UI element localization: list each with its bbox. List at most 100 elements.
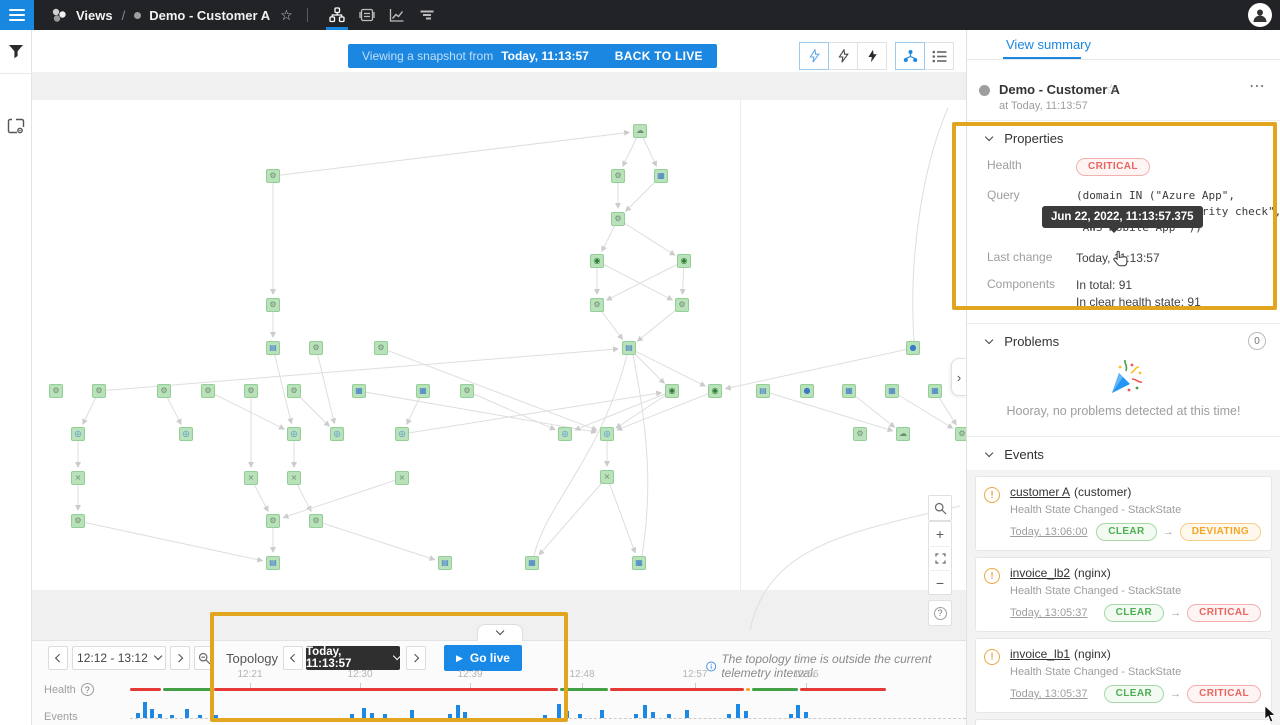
topology-canvas[interactable]: ☁⚙▦⚙◉◉⚙⚙▤⚙⚙▤⚙⚙●⚙⚙⚙⚙⚙⚙▦▦⚙◉◉▤●▦▦▦◎◎◎◎◎◎◎⚙☁… — [32, 72, 966, 640]
list-mode-button[interactable] — [924, 42, 954, 70]
favorite-star-icon[interactable]: ☆ — [1105, 81, 1118, 98]
event-bar[interactable] — [214, 715, 218, 718]
topology-node[interactable]: ◎ — [287, 427, 301, 441]
topology-node[interactable]: × — [71, 471, 85, 485]
event-card[interactable]: !customer A(customer)Health State Change… — [975, 476, 1272, 551]
event-bar[interactable] — [804, 712, 808, 718]
favorite-star-icon[interactable]: ☆ — [280, 7, 293, 24]
topology-node[interactable]: ⚙ — [71, 514, 85, 528]
topology-node[interactable]: ⚙ — [853, 427, 867, 441]
events-header[interactable]: Events — [967, 437, 1280, 470]
event-bar[interactable] — [727, 714, 731, 718]
breadcrumb-views[interactable]: Views — [76, 8, 113, 23]
health-segment[interactable] — [560, 688, 608, 691]
topology-node[interactable]: ⚙ — [49, 384, 63, 398]
topology-node[interactable]: ▤ — [266, 556, 280, 570]
event-time-link[interactable]: Today, 13:05:37 — [1010, 607, 1087, 619]
problems-header[interactable]: Problems 0 — [967, 324, 1280, 357]
topology-node[interactable]: ▦ — [352, 384, 366, 398]
search-button[interactable] — [928, 496, 952, 520]
topology-node[interactable]: ▤ — [756, 384, 770, 398]
event-bar[interactable] — [685, 710, 689, 718]
topology-node[interactable]: ⚙ — [611, 212, 625, 226]
timeline-collapse-tab[interactable] — [477, 624, 523, 641]
topology-node[interactable]: ⚙ — [955, 427, 966, 441]
interval-next-button[interactable] — [170, 646, 190, 670]
traces-view-tab[interactable] — [412, 0, 442, 30]
topology-node[interactable]: ⚙ — [309, 341, 323, 355]
event-bar[interactable] — [456, 705, 460, 718]
event-bar[interactable] — [362, 708, 366, 718]
view-settings-button[interactable] — [0, 104, 32, 148]
health-segment[interactable] — [746, 688, 750, 691]
event-bar[interactable] — [565, 711, 569, 718]
event-bar[interactable] — [185, 709, 189, 718]
event-card[interactable]: !invoice_lb1(nginx)Health State Changed … — [975, 638, 1272, 713]
back-to-live-button[interactable]: BACK TO LIVE — [615, 49, 703, 63]
topology-node[interactable]: ▤ — [438, 556, 452, 570]
event-bar[interactable] — [463, 712, 467, 718]
health-segment[interactable] — [130, 688, 161, 691]
event-bar[interactable] — [643, 705, 647, 718]
event-bar[interactable] — [600, 710, 604, 718]
event-bar[interactable] — [383, 714, 387, 718]
topology-node[interactable]: ⚙ — [266, 514, 280, 528]
topology-node[interactable]: ◎ — [71, 427, 85, 441]
topology-node[interactable]: × — [287, 471, 301, 485]
event-bar[interactable] — [578, 714, 582, 718]
filter-button[interactable] — [0, 30, 32, 74]
topology-node[interactable]: ▤ — [622, 341, 636, 355]
hamburger-menu-button[interactable] — [0, 0, 34, 30]
event-bar[interactable] — [158, 714, 162, 718]
event-bar[interactable] — [150, 709, 154, 718]
topology-node[interactable]: ◉ — [708, 384, 722, 398]
topology-time-next-button[interactable] — [406, 646, 426, 670]
topology-node[interactable]: ● — [800, 384, 814, 398]
topology-node[interactable]: ⚙ — [611, 169, 625, 183]
topology-mode-button[interactable] — [895, 42, 925, 70]
topology-node[interactable]: ▦ — [632, 556, 646, 570]
tab-view-summary[interactable]: View summary — [1006, 37, 1091, 52]
topology-time-dropdown[interactable]: Today, 11:13:57 — [306, 646, 400, 670]
event-bar[interactable] — [796, 705, 800, 718]
help-button[interactable]: ? — [928, 601, 952, 625]
topology-node[interactable]: × — [395, 471, 409, 485]
topology-node[interactable]: ⚙ — [266, 169, 280, 183]
topology-node[interactable]: ◎ — [330, 427, 344, 441]
go-live-button[interactable]: ▶ Go live — [444, 645, 522, 671]
topology-node[interactable]: ● — [906, 341, 920, 355]
event-bar[interactable] — [557, 704, 561, 718]
topology-node[interactable]: ⚙ — [287, 384, 301, 398]
topology-time-prev-button[interactable] — [283, 646, 303, 670]
topology-node[interactable]: ◉ — [665, 384, 679, 398]
event-card[interactable]: !invoice_lb2(nginx)Health State Changed … — [975, 557, 1272, 632]
event-time-link[interactable]: Today, 13:05:37 — [1010, 688, 1087, 700]
topology-node[interactable]: × — [244, 471, 258, 485]
event-bar[interactable] — [350, 714, 354, 718]
event-bar[interactable] — [744, 711, 748, 718]
topology-node[interactable]: ▦ — [885, 384, 899, 398]
event-bar[interactable] — [410, 710, 414, 718]
topology-node[interactable]: ▦ — [842, 384, 856, 398]
topology-node[interactable]: ⚙ — [92, 384, 106, 398]
event-bar[interactable] — [667, 714, 671, 718]
topology-node[interactable]: ▦ — [654, 169, 668, 183]
last-change-value[interactable]: Today, 11:13:57 — [1076, 250, 1160, 267]
event-bar[interactable] — [651, 712, 655, 718]
event-component-link[interactable]: invoice_lb2 — [1010, 566, 1070, 580]
zoom-out-interval-button[interactable] — [194, 646, 214, 670]
topology-node[interactable]: × — [600, 470, 614, 484]
topology-node[interactable]: ◉ — [590, 254, 604, 268]
zoom-in-button[interactable]: + — [928, 522, 952, 546]
event-time-link[interactable]: Today, 13:06:00 — [1010, 526, 1087, 538]
problems-lightning-outline-blue-button[interactable] — [799, 42, 829, 70]
topology-node[interactable]: ☁ — [633, 124, 647, 138]
topology-node[interactable]: ▦ — [525, 556, 539, 570]
health-segment[interactable] — [610, 688, 744, 691]
event-component-link[interactable]: customer A — [1010, 485, 1070, 499]
event-bar[interactable] — [198, 715, 202, 718]
topology-node[interactable]: ◎ — [179, 427, 193, 441]
event-bar[interactable] — [136, 713, 140, 718]
more-options-button[interactable]: ⋯ — [1249, 76, 1266, 96]
lightning-filled-button[interactable] — [857, 42, 887, 70]
